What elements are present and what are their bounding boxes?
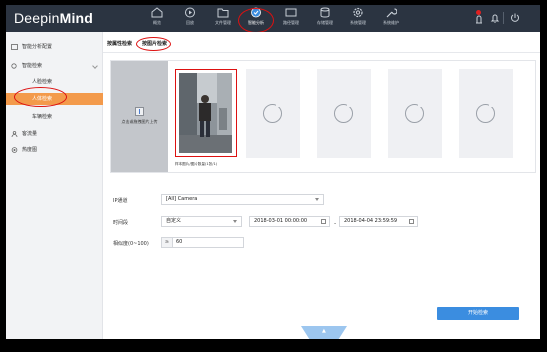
nav-playback[interactable]: 回放 [173,6,207,32]
top-navigation-bar: DeepinMind 概览 回放 文件管理 智能分析 路径管理 存储管理 系统管… [6,5,540,33]
logo-text: Deepin [14,10,60,26]
end-time-input[interactable]: 2018-04-04 23:59:59 [339,216,418,227]
nav-overview[interactable]: 概览 [140,6,174,32]
empty-photo-slot [459,69,513,158]
upload-icon [135,107,144,116]
chevron-down-icon [92,63,98,69]
nav-channel-management[interactable]: 路径管理 [274,6,308,32]
sidebar-item-label: 智能分析配置 [22,44,53,50]
calendar-icon[interactable] [321,219,326,224]
person-icon [11,131,18,137]
annotation-circle [14,87,67,107]
sidebar-item-face-search[interactable]: 人脸检索 [6,76,103,88]
heatmap-icon [11,147,18,153]
database-icon [320,7,330,18]
nav-label: 系统管理 [350,20,366,25]
nav-label: 概览 [153,20,161,25]
sidebar: 智能分析配置 智能检索 人脸检索 人体检索 车辆检索 客流量 热度图 [6,32,103,339]
logo-text-bold: Mind [59,10,94,26]
sidebar-item-label: 客流量 [22,131,38,137]
sidebar-item-label: 车辆检索 [32,114,53,120]
tab-bar: 按属性检索 按图片检索 [103,32,540,53]
sidebar-item-analysis-config[interactable]: 智能分析配置 [6,41,103,53]
similarity-value: 60 [176,239,183,245]
similarity-label: 相似度(0~100) [113,241,149,247]
nav-label: 文件管理 [215,20,231,25]
sidebar-item-label: 热度图 [22,147,38,153]
upload-label: 点击或拖拽图片上传 [121,119,158,124]
wrench-icon [386,8,397,18]
loading-icon [405,103,424,123]
similarity-prefix: ≥ [162,238,173,247]
calendar-icon[interactable] [409,219,414,224]
upload-area[interactable]: 点击或拖拽图片上传 [111,61,168,172]
nav-system-management[interactable]: 系统管理 [341,6,375,32]
loading-icon [263,103,282,123]
empty-photo-slot [246,69,300,158]
nav-label: 回放 [186,20,194,25]
sidebar-item-people-counting[interactable]: 客流量 [6,128,103,140]
folder-icon [217,8,229,18]
range-separator: - [334,220,337,227]
camera-icon [285,8,297,17]
divider [503,12,504,24]
tab-attribute-search[interactable]: 按属性检索 [107,40,132,47]
home-icon [151,7,163,18]
app-window: DeepinMind 概览 回放 文件管理 智能分析 路径管理 存储管理 系统管… [6,5,540,339]
photo-caption: 样本图片/图片数量(1张/1) [175,162,218,166]
main-content: 按属性检索 按图片检索 点击或拖拽图片上传 样本图片/图片数量(1张/1) IP… [103,32,540,339]
alarm-badge [476,10,481,15]
time-mode-select[interactable]: 自定义 [161,216,242,227]
ip-channel-label: IP通道 [113,198,128,204]
time-range-label: 时间段 [113,220,129,226]
power-icon[interactable] [510,12,520,24]
gear-icon [353,7,363,18]
annotation-circle [238,8,274,33]
nav-file-management[interactable]: 文件管理 [206,6,240,32]
end-time-value: 2018-04-04 23:59:59 [344,218,398,224]
empty-photo-slot [388,69,442,158]
sidebar-item-label: 智能检索 [22,63,43,69]
sample-photo[interactable] [175,69,237,157]
annotation-circle [136,37,171,51]
nav-system-maintenance[interactable]: 系统维护 [374,6,408,32]
start-search-button[interactable]: 开始检索 [437,307,519,320]
nav-storage-management[interactable]: 存储管理 [308,6,342,32]
loading-icon [476,103,495,123]
ip-channel-value: [All] Camera [166,196,198,202]
app-logo: DeepinMind [14,10,93,26]
sample-person-image [179,73,232,153]
loading-icon [334,103,353,123]
start-time-input[interactable]: 2018-03-01 00:00:00 [249,216,330,227]
sidebar-item-heatmap[interactable]: 热度图 [6,144,103,156]
picture-panel: 点击或拖拽图片上传 样本图片/图片数量(1张/1) [110,60,536,173]
nav-label: 存储管理 [317,20,333,25]
start-time-value: 2018-03-01 00:00:00 [254,218,308,224]
bell-icon[interactable] [490,12,500,24]
search-icon [11,63,17,69]
playback-icon [185,7,195,18]
chevron-up-icon: ▲ [322,328,326,334]
sidebar-item-smart-search[interactable]: 智能检索 [6,60,103,72]
similarity-input[interactable]: ≥ 60 [161,237,244,248]
config-icon [11,44,18,50]
ip-channel-select[interactable]: [All] Camera [161,194,324,205]
nav-label: 路径管理 [283,20,299,25]
nav-label: 系统维护 [383,20,399,25]
time-mode-value: 自定义 [166,218,182,224]
sidebar-item-vehicle-search[interactable]: 车辆检索 [6,111,103,123]
empty-photo-slot [317,69,371,158]
